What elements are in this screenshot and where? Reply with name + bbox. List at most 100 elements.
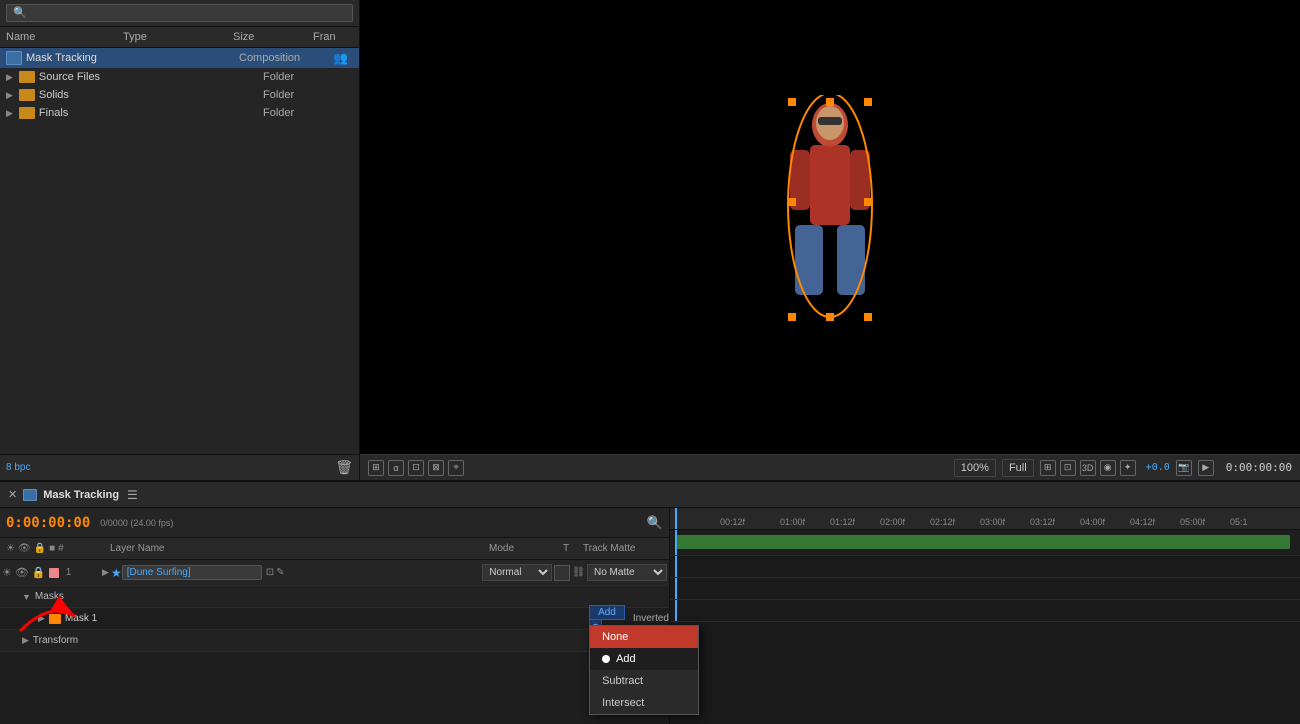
alpha-icon[interactable]: α — [388, 460, 404, 476]
playhead-mask1 — [675, 578, 677, 599]
playhead-masks — [675, 556, 677, 577]
label-color — [49, 568, 59, 578]
track-matte-header: Track Matte — [583, 543, 663, 554]
3d-layer-icon[interactable]: ⊡ — [266, 567, 274, 578]
fit-icon[interactable]: ⊠ — [428, 460, 444, 476]
ruler-mark-1: 01:00f — [780, 517, 805, 527]
inverted-label: Inverted — [633, 613, 669, 624]
solo-header-icon: ☀ — [6, 543, 15, 554]
offset-display: +0.0 — [1146, 462, 1170, 473]
eye-toggle[interactable]: 👁 — [15, 566, 29, 579]
masks-row: ▼ Masks — [0, 586, 669, 608]
masks-track-row — [670, 556, 1300, 578]
track-rows-container — [670, 530, 1300, 724]
timeline-ruler[interactable]: 00:12f 01:00f 01:12f 02:00f 02:12f 03:00… — [670, 508, 1300, 530]
project-item-solids[interactable]: ▶ Solids Folder — [0, 86, 359, 104]
lock-toggle[interactable]: 🔒 — [32, 566, 46, 579]
mode-dropdown[interactable]: Normal — [482, 564, 552, 581]
ruler-mark-0: 00:12f — [720, 517, 745, 527]
search-timeline-icon[interactable]: 🔍 — [647, 515, 663, 531]
timeline-timecode[interactable]: 0:00:00:00 — [6, 515, 90, 531]
project-column-headers: Name Type Size Fran — [0, 27, 359, 48]
timeline-area: 0:00:00:00 0/0000 (24.00 fps) 🔍 ☀ 👁 🔒 ■ … — [0, 508, 1300, 724]
delete-icon[interactable]: 🗑 — [335, 459, 353, 476]
track-matte-chain-icon: ⛓ — [572, 567, 585, 578]
eye-header-icon: 👁 — [18, 543, 31, 554]
solids-name: Solids — [39, 89, 259, 101]
ruler-mark-6: 03:12f — [1030, 517, 1055, 527]
star-icon[interactable]: ★ — [111, 566, 122, 580]
dropdown-item-intersect[interactable]: Intersect — [590, 692, 698, 714]
channel-icon[interactable]: ⊡ — [1060, 460, 1076, 476]
region-icon[interactable]: ⊡ — [408, 460, 424, 476]
folder-icon-solids — [19, 89, 35, 101]
arrow-solids: ▶ — [6, 90, 13, 101]
project-panel: Name Type Size Fran Mask Tracking Compos… — [0, 0, 360, 480]
solids-type: Folder — [263, 89, 353, 101]
edit-layer-icon[interactable]: ✎ — [276, 567, 284, 578]
mask-mode-button[interactable]: Add — [589, 605, 625, 620]
preview-tools-left: ⊞ α ⊡ ⊠ ⌖ — [368, 460, 464, 476]
project-item-source-files[interactable]: ▶ Source Files Folder — [0, 68, 359, 86]
comp-icon — [6, 51, 22, 65]
expand-icon[interactable]: ▶ — [102, 567, 109, 578]
camera-icon[interactable]: 📷 — [1176, 460, 1192, 476]
mask1-label: Mask 1 — [65, 613, 589, 624]
timeline-section: ✕ Mask Tracking ☰ 0:00:00:00 0/0000 (24.… — [0, 480, 1300, 724]
project-search-input[interactable] — [6, 4, 353, 22]
red-arrow-annotation — [10, 581, 90, 644]
solo-toggle[interactable]: ☀ — [2, 566, 12, 579]
layer-1-bar — [675, 535, 1290, 549]
comp-tab-icon — [23, 489, 37, 501]
project-item-mask-tracking[interactable]: Mask Tracking Composition 👥 — [0, 48, 359, 68]
playhead-track — [675, 530, 677, 555]
preview-bottom-toolbar: ⊞ α ⊡ ⊠ ⌖ 100% Full ⊞ ⊡ 3D ◉ ✦ +0.0 📷 ▶ … — [360, 454, 1300, 480]
3d-icon[interactable]: 3D — [1080, 460, 1096, 476]
layer-1-name-field[interactable] — [122, 565, 262, 580]
layer-1-controls: ☀ 👁 🔒 1 — [2, 566, 102, 579]
playhead-transform — [675, 600, 677, 621]
layer-1-track[interactable] — [670, 530, 1300, 556]
project-bottom-toolbar: 8 bpc 🗑 — [0, 454, 359, 480]
folder-icon-finals — [19, 107, 35, 119]
timeline-toolbar: ✕ Mask Tracking ☰ — [0, 482, 1300, 508]
play-icon[interactable]: ▶ — [1198, 460, 1214, 476]
grid-toggle-icon[interactable]: ⊞ — [368, 460, 384, 476]
timecode-sub: 0/0000 (24.00 fps) — [100, 518, 173, 528]
project-search-area — [0, 0, 359, 27]
dropdown-item-add[interactable]: Add — [590, 648, 698, 670]
person-svg — [785, 95, 875, 325]
t-checkbox — [554, 565, 570, 581]
label-header-icon: ■ — [49, 543, 55, 554]
track-matte-dropdown[interactable]: No Matte — [587, 564, 667, 581]
timeline-comp-name: Mask Tracking — [43, 489, 119, 501]
num-header: # — [58, 543, 64, 554]
source-files-name: Source Files — [39, 71, 259, 83]
timeline-ruler-area: 00:12f 01:00f 01:12f 02:00f 02:12f 03:00… — [670, 508, 1300, 724]
finals-type: Folder — [263, 107, 353, 119]
render-icon[interactable]: ◉ — [1100, 460, 1116, 476]
layer-1-row: ☀ 👁 🔒 1 ▶ ★ ⊡ ✎ Normal — [0, 560, 669, 586]
snap-icon[interactable]: ✦ — [1120, 460, 1136, 476]
bpc-label: 8 bpc — [6, 462, 30, 473]
ruler-mark-7: 04:00f — [1080, 517, 1105, 527]
none-label: None — [602, 631, 628, 643]
t-header: T — [563, 543, 579, 554]
quality-button[interactable]: Full — [1002, 459, 1034, 477]
layer-panel-header: 0:00:00:00 0/0000 (24.00 fps) 🔍 — [0, 508, 669, 538]
mask-mode-container: Add ▾ None Add Subtract — [589, 605, 625, 632]
layer-panel: 0:00:00:00 0/0000 (24.00 fps) 🔍 ☀ 👁 🔒 ■ … — [0, 508, 670, 724]
dropdown-item-subtract[interactable]: Subtract — [590, 670, 698, 692]
mask-1-row: ▶ Mask 1 Add ▾ None Add — [0, 608, 669, 630]
type-col-header: Type — [123, 31, 203, 43]
dropdown-item-none[interactable]: None — [590, 626, 698, 648]
project-item-finals[interactable]: ▶ Finals Folder — [0, 104, 359, 122]
zoom-button[interactable]: 100% — [954, 459, 996, 477]
folder-icon-source — [19, 71, 35, 83]
mask-display-icon[interactable]: ⊞ — [1040, 460, 1056, 476]
close-tab-icon[interactable]: ✕ — [8, 488, 17, 501]
layer-num: 1 — [62, 567, 76, 578]
timeline-menu-icon[interactable]: ☰ — [127, 488, 138, 502]
transform-icon[interactable]: ⌖ — [448, 460, 464, 476]
mode-header: Mode — [489, 543, 559, 554]
